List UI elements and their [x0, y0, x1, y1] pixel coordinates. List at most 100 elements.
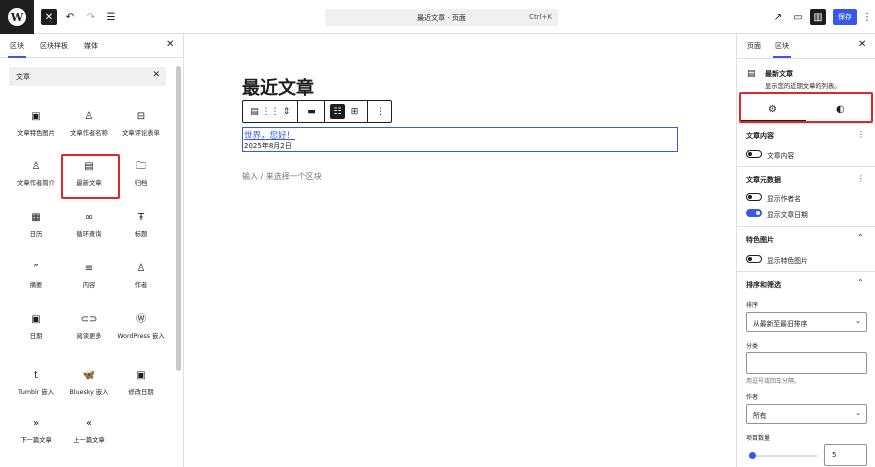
section-title: 特色图片: [746, 236, 774, 244]
block-modified-date[interactable]: ▣ 修改日期: [112, 365, 170, 411]
section-title: 文章内容: [746, 132, 774, 140]
block-excerpt[interactable]: ” 摘要: [7, 258, 65, 304]
block-appender-placeholder[interactable]: 输入 / 来选择一个区块: [242, 171, 322, 182]
block-post-title[interactable]: Ŧ 标题: [112, 207, 170, 253]
wordpress-embed-icon: Ⓦ: [136, 314, 146, 325]
toolbar-divider: [297, 101, 298, 122]
settings-sidebar-toggle-icon[interactable]: ▥: [810, 9, 826, 25]
show-featured-image-toggle[interactable]: [746, 255, 762, 263]
wordpress-logo-icon: W: [8, 8, 26, 26]
close-icon[interactable]: ✕: [858, 39, 866, 50]
tab-patterns[interactable]: 区块样板: [40, 41, 68, 51]
close-icon[interactable]: ✕: [166, 39, 174, 50]
undo-icon[interactable]: ↶: [62, 9, 78, 25]
drag-handle-icon[interactable]: ⋮⋮: [262, 104, 280, 119]
field-help: 用逗号或回车分隔。: [746, 378, 801, 385]
modified-date-icon: ▣: [136, 370, 146, 381]
redo-icon[interactable]: ↷: [83, 9, 99, 25]
block-post-featured-image[interactable]: ▣ 文章特色图片: [7, 106, 65, 152]
inserter-scrollbar[interactable]: [176, 66, 181, 461]
page-title[interactable]: 最近文章: [242, 74, 314, 100]
toggle-label: 显示文章日期: [767, 211, 808, 219]
command-palette-button[interactable]: 最近文章 · 页面 Ctrl+K: [325, 9, 558, 26]
block-tumblr-embed[interactable]: t Tumblr 嵌入: [7, 365, 65, 411]
document-title: 最近文章 · 页面: [417, 14, 466, 22]
block-read-more[interactable]: ⊂⊃ 阅读更多: [60, 309, 118, 355]
chevron-up-icon[interactable]: ⌃: [857, 278, 864, 287]
block-archives[interactable]: 🗀 归档: [112, 156, 170, 202]
block-type-icon[interactable]: ▤: [247, 104, 262, 119]
tab-block[interactable]: 区块: [773, 41, 791, 58]
block-card-description: 显示您的近期文章的列表。: [765, 83, 841, 90]
chevron-down-icon: ⌄: [855, 317, 861, 325]
chevron-down-icon: ⌄: [855, 409, 861, 417]
block-post-author-name[interactable]: ♙ 文章作者名称: [60, 106, 118, 152]
block-post-comments-form[interactable]: ⊟ 文章评论表单: [112, 106, 170, 152]
inserter-tabs: 区块 区块样板 媒体 ✕: [0, 34, 184, 58]
block-author[interactable]: ♙ 作者: [112, 258, 170, 304]
divider: [737, 58, 875, 59]
grid-view-icon[interactable]: ⊞: [347, 104, 362, 119]
tab-page[interactable]: 页面: [747, 41, 761, 51]
section-options-icon[interactable]: ⋮: [857, 174, 865, 183]
block-calendar[interactable]: ▦ 日历: [7, 207, 65, 253]
latest-posts-block[interactable]: 世界，您好！ 2025年8月2日: [242, 127, 678, 152]
content-icon: ≡: [84, 263, 94, 274]
editor-canvas: 最近文章 ▤ ⋮⋮ ⇕ ▬ ☷ ⊞ ⋮ 世界，您好！ 2025年8月2日 输入 …: [184, 34, 736, 467]
settings-sidebar: 页面 区块 ✕ ▤ 最新文章 显示您的近期文章的列表。 ⚙ ◐ 文章内容 ⋮ 文…: [736, 34, 875, 467]
field-label: 作者: [746, 394, 759, 401]
wordpress-logo-button[interactable]: W: [0, 0, 34, 34]
view-page-icon[interactable]: ↗: [770, 9, 786, 25]
post-link[interactable]: 世界，您好！: [244, 129, 295, 141]
section-title: 文章元数据: [746, 176, 781, 184]
item-count-input[interactable]: 5: [824, 444, 867, 466]
field-label: 项目数量: [746, 435, 771, 442]
post-date: 2025年8月2日: [244, 142, 292, 150]
date-icon: ▣: [31, 314, 41, 325]
section-options-icon[interactable]: ⋮: [857, 130, 865, 139]
block-post-author-biography[interactable]: ♙ 文章作者简介: [7, 156, 65, 202]
document-overview-icon[interactable]: ☰: [103, 9, 119, 25]
item-count-slider-track[interactable]: [749, 455, 817, 457]
block-next-post[interactable]: » 下一篇文章: [7, 413, 65, 459]
chevron-up-icon[interactable]: ⌃: [857, 233, 864, 242]
block-previous-post[interactable]: « 上一篇文章: [60, 413, 118, 459]
more-options-icon[interactable]: ⋮: [373, 104, 388, 119]
author-icon: ♙: [136, 263, 146, 274]
excerpt-icon: ”: [33, 263, 39, 274]
top-toolbar: W ✕ ↶ ↷ ☰ 最近文章 · 页面 Ctrl+K ↗ ▭ ▥ 保存 ⋮: [0, 0, 875, 34]
list-view-icon[interactable]: ☷: [330, 104, 345, 119]
order-select[interactable]: 从最新至最旧排序 ⌄: [746, 312, 867, 332]
post-featured-image-icon: ▣: [31, 111, 41, 122]
post-content-toggle[interactable]: [746, 150, 762, 158]
tab-media[interactable]: 媒体: [84, 41, 98, 51]
post-author-biography-icon: ♙: [31, 161, 41, 172]
block-card-title: 最新文章: [765, 70, 793, 78]
block-date[interactable]: ▣ 日期: [7, 309, 65, 355]
tab-blocks[interactable]: 区块: [8, 41, 26, 58]
block-content[interactable]: ≡ 内容: [60, 258, 118, 304]
show-author-toggle[interactable]: [746, 193, 762, 201]
item-count-slider-thumb[interactable]: [748, 452, 756, 459]
scrollbar-thumb[interactable]: [176, 66, 181, 371]
archives-icon: 🗀: [136, 161, 146, 172]
category-input[interactable]: [746, 352, 867, 374]
move-up-down-icon[interactable]: ⇕: [279, 104, 294, 119]
block-bluesky-embed[interactable]: 🦋 Bluesky 嵌入: [60, 365, 118, 411]
block-search-input[interactable]: 文章 ✕: [9, 67, 166, 86]
block-wordpress-embed[interactable]: Ⓦ WordPress 嵌入: [112, 309, 170, 355]
show-date-toggle[interactable]: [746, 209, 762, 217]
close-inserter-button[interactable]: ✕: [41, 9, 57, 25]
options-menu-icon[interactable]: ⋮: [859, 9, 875, 25]
latest-posts-icon: ▤: [747, 69, 756, 79]
block-query-loop[interactable]: ∞ 循环查询: [60, 207, 118, 253]
settings-styles-highlight: [739, 92, 873, 123]
save-button[interactable]: 保存: [833, 9, 857, 25]
divider: [737, 123, 875, 124]
author-select[interactable]: 所有 ⌄: [746, 404, 867, 424]
search-value: 文章: [16, 73, 30, 81]
clear-search-icon[interactable]: ✕: [152, 70, 160, 80]
divider: [737, 166, 875, 167]
align-icon[interactable]: ▬: [304, 104, 319, 119]
preview-device-icon[interactable]: ▭: [790, 9, 806, 25]
